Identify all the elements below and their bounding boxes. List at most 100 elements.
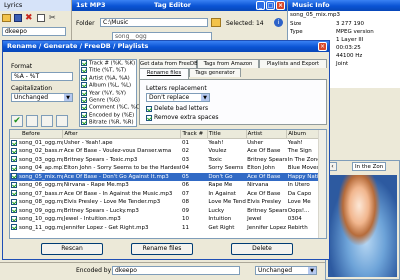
table-cell: Nirvana bbox=[247, 182, 269, 189]
folder-input[interactable]: C:\Music bbox=[100, 18, 208, 27]
tag-field-checkbox[interactable] bbox=[81, 111, 87, 118]
row-checkbox[interactable] bbox=[11, 215, 17, 222]
table-cell: 04 bbox=[181, 165, 189, 172]
lyrics-text-field[interactable]: dkeepo bbox=[2, 27, 66, 36]
tag-field-checkbox[interactable] bbox=[81, 104, 87, 111]
format-input[interactable]: %A - %T bbox=[11, 72, 73, 81]
tag-field-item[interactable]: Comment (%C, %C) bbox=[80, 104, 142, 111]
remove-extra-spaces-checkbox[interactable]: Remove extra spaces bbox=[146, 114, 219, 121]
tab-bottom-1[interactable]: Tags generator bbox=[189, 68, 241, 77]
letters-replacement-select[interactable]: Don't replace ▼ bbox=[146, 93, 210, 102]
table-scrollbar[interactable] bbox=[318, 130, 326, 238]
table-row[interactable]: song_10_ogg.mp3Jewel - Intuition.mp3 10 In… bbox=[10, 215, 326, 224]
tag-field-label: Album (%L, %L) bbox=[89, 82, 132, 89]
table-cell: Voulez bbox=[208, 148, 227, 155]
lyrics-panel: Lyrics ✖ ✂ dkeepo bbox=[0, 0, 72, 42]
capitalization-select[interactable]: Unchanged ▼ bbox=[11, 93, 73, 102]
lyrics-title: Lyrics bbox=[0, 0, 71, 11]
tag-field-item[interactable]: Genre (%G) bbox=[80, 96, 136, 104]
rename-files-button[interactable]: Rename files bbox=[131, 243, 193, 255]
table-cell: song_10_ogg.mp3 bbox=[10, 215, 63, 224]
row-checkbox[interactable] bbox=[11, 173, 17, 180]
table-row[interactable]: song_08_ogg.mp3Elvis Presley - Love Me T… bbox=[10, 198, 326, 207]
table-cell: Ace Of Base - Don't Go Against It.mp3 bbox=[62, 172, 181, 181]
table-row[interactable]: song_02_bass.mp3Ace Of Base - Voulez-vou… bbox=[10, 147, 326, 156]
delete-bad-letters-checkbox[interactable]: Delete bad letters bbox=[146, 105, 208, 112]
tab-top-1[interactable]: Tags from Amazon bbox=[197, 59, 259, 68]
encoded-by-input[interactable]: dkeepo bbox=[112, 266, 240, 275]
tab-bottom-0[interactable]: Rename files bbox=[139, 68, 189, 79]
table-cell: 10 bbox=[181, 216, 189, 223]
copy-icon[interactable] bbox=[37, 14, 45, 22]
table-cell: Love Me Tender bbox=[208, 199, 246, 206]
delete-icon[interactable]: ✖ bbox=[25, 13, 33, 23]
tag-field-checkbox[interactable] bbox=[81, 96, 87, 103]
table-cell: Ace Of Base bbox=[246, 172, 287, 181]
row-checkbox[interactable] bbox=[11, 164, 17, 171]
check-all-icon[interactable] bbox=[26, 115, 38, 127]
table-cell: Ace Of Base bbox=[247, 148, 281, 155]
tag-field-item[interactable]: Artist (%A, %A) bbox=[80, 74, 136, 82]
row-checkbox[interactable] bbox=[11, 207, 17, 214]
tag-field-checkbox[interactable] bbox=[81, 60, 87, 66]
uncheck-all-icon[interactable] bbox=[41, 115, 53, 127]
delete-button[interactable]: Delete bbox=[231, 243, 293, 255]
table-cell: Jewel - Intuition.mp3 bbox=[63, 216, 121, 223]
browse-folder-icon[interactable] bbox=[211, 18, 221, 27]
tab-top-0[interactable]: Get data from FreeDB bbox=[139, 59, 198, 68]
tag-field-checkbox[interactable] bbox=[81, 119, 87, 126]
table-row[interactable]: song_07_bass.mp3Ace Of Base - In Against… bbox=[10, 190, 326, 199]
apply-check-icon[interactable]: ✔ bbox=[11, 115, 23, 127]
table-cell: Intuition bbox=[208, 216, 232, 223]
table-row[interactable]: song_06_ogg.mp3Nirvana - Rape Me.mp3 06 Ra… bbox=[10, 181, 326, 190]
row-checkbox[interactable] bbox=[11, 156, 17, 163]
tag-field-checkbox[interactable] bbox=[81, 67, 87, 74]
column-header[interactable]: Track # bbox=[180, 130, 208, 139]
table-cell: 07 bbox=[181, 190, 189, 197]
table-cell: Elton John - Sorry Seems to be the Harde… bbox=[63, 165, 181, 172]
table-cell: Jewel bbox=[247, 216, 262, 223]
info-icon[interactable]: i bbox=[274, 18, 283, 27]
row-checkbox[interactable] bbox=[11, 147, 17, 154]
row-checkbox[interactable] bbox=[11, 224, 17, 231]
save-icon[interactable] bbox=[14, 14, 22, 22]
table-row[interactable]: song_04_ap.mp3 Elton John - Sorry Seems t… bbox=[10, 164, 326, 173]
table-row[interactable]: song_11_ogg.mp3Jennifer Lopez - Get Righ… bbox=[10, 224, 326, 233]
invert-icon[interactable] bbox=[56, 115, 68, 127]
table-row[interactable]: song_09_ogg.mp3Britney Spears - Lucky.mp… bbox=[10, 207, 326, 216]
minimize-button[interactable]: _ bbox=[256, 1, 265, 10]
tag-field-item[interactable]: Title (%T, %T) bbox=[80, 67, 136, 74]
tag-field-item[interactable]: Album (%L, %L) bbox=[80, 82, 136, 89]
tag-field-item[interactable]: Encoded by (%E) bbox=[80, 111, 136, 119]
column-header[interactable]: After bbox=[62, 130, 182, 139]
tag-field-item[interactable]: Bitrate (%R, %R) bbox=[80, 119, 136, 126]
tag-field-checkbox[interactable] bbox=[81, 89, 87, 96]
row-checkbox[interactable] bbox=[11, 139, 17, 146]
table-cell: song_02_bass.mp3 bbox=[10, 147, 63, 156]
row-checkbox[interactable] bbox=[11, 181, 17, 188]
row-checkbox[interactable] bbox=[11, 198, 17, 205]
rescan-button[interactable]: Rescan bbox=[41, 243, 103, 255]
rename-dialog: Rename / Generate / FreeDB / Playlists ×… bbox=[2, 40, 330, 260]
folder-open-icon[interactable] bbox=[2, 14, 11, 22]
tag-field-item[interactable]: Track # (%K, %K) bbox=[80, 60, 136, 67]
dialog-close-button[interactable]: × bbox=[318, 42, 327, 51]
selected-count: Selected: 14 bbox=[226, 20, 264, 27]
close-button[interactable]: × bbox=[276, 1, 285, 10]
column-header[interactable]: Artist bbox=[246, 130, 288, 139]
tag-field-item[interactable]: Year (%Y, %Y) bbox=[80, 89, 136, 97]
table-row[interactable]: song_01_ogg.mp3Usher - Yeah!.ape 01 Yeah! U… bbox=[10, 139, 326, 148]
tag-field-checkbox[interactable] bbox=[81, 82, 87, 89]
unchanged-select[interactable]: Unchanged ▼ bbox=[255, 266, 317, 275]
table-cell: song_03_ogg.mp3 bbox=[10, 156, 63, 165]
table-row[interactable]: song_03_ogg.mp3Britney Spears - Toxic.mp… bbox=[10, 156, 326, 165]
tab-top-2[interactable]: Playlists and Export bbox=[259, 59, 327, 68]
maximize-button[interactable]: □ bbox=[266, 1, 275, 10]
row-checkbox[interactable] bbox=[11, 190, 17, 197]
tag-field-checkbox[interactable] bbox=[81, 74, 87, 81]
table-row[interactable]: song_05_mix.mp3Ace Of Base - Don't Go Ag… bbox=[10, 172, 326, 181]
cut-icon[interactable]: ✂ bbox=[49, 13, 56, 22]
column-header[interactable]: Title bbox=[207, 130, 247, 139]
column-header[interactable]: Before bbox=[10, 130, 64, 139]
letters-replacement-label: Letters replacement bbox=[146, 85, 207, 92]
